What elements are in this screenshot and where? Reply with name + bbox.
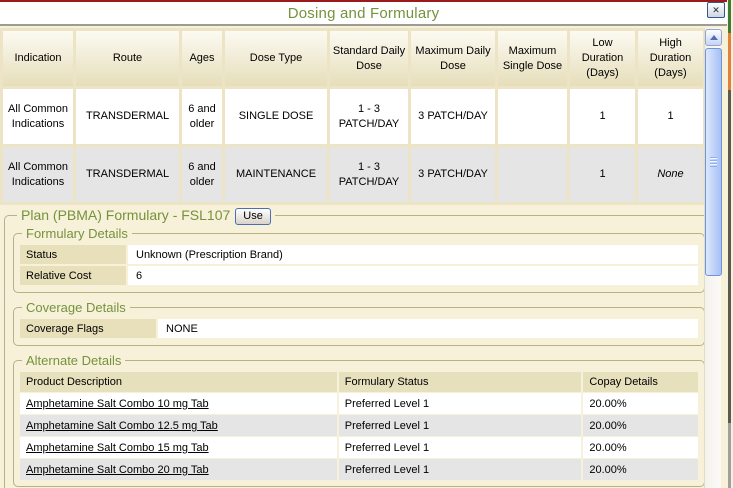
field-label: Relative Cost: [20, 266, 126, 285]
formulary-status-cell: Preferred Level 1: [339, 437, 582, 458]
copay-cell: 20.00%: [583, 459, 698, 480]
use-button[interactable]: Use: [235, 208, 271, 225]
alternate-details-legend: Alternate Details: [22, 353, 125, 368]
alt-column-header: Product Description: [20, 372, 337, 392]
dosing-cell: All Common Indications: [3, 89, 73, 144]
column-header: Low Duration (Days): [570, 31, 635, 86]
product-link[interactable]: Amphetamine Salt Combo 10 mg Tab: [26, 398, 209, 410]
scrollbar-grip-icon: [710, 157, 717, 167]
dosing-row: All Common IndicationsTRANSDERMAL6 and o…: [3, 89, 703, 144]
copay-cell: 20.00%: [583, 393, 698, 414]
dosing-cell: 3 PATCH/DAY: [411, 89, 495, 144]
dosing-cell: TRANSDERMAL: [76, 147, 179, 202]
alternate-header-row: Product DescriptionFormulary StatusCopay…: [20, 372, 698, 392]
window-edge-decor-orange: [728, 33, 731, 90]
product-link[interactable]: Amphetamine Salt Combo 20 mg Tab: [26, 464, 209, 476]
product-cell: Amphetamine Salt Combo 10 mg Tab: [20, 393, 337, 414]
close-icon: ✕: [712, 6, 720, 15]
alternate-row: Amphetamine Salt Combo 15 mg Tab Preferre…: [20, 437, 698, 458]
alternate-row: Amphetamine Salt Combo 20 mg Tab Preferre…: [20, 459, 698, 480]
dialog-title: Dosing and Formulary: [288, 5, 440, 22]
dosing-cell: 1: [570, 89, 635, 144]
product-cell: Amphetamine Salt Combo 12.5 mg Tab: [20, 415, 337, 436]
column-header: Dose Type: [225, 31, 327, 86]
scroll-up-button[interactable]: [705, 29, 722, 46]
dosing-cell: 6 and older: [182, 89, 222, 144]
copay-cell: 20.00%: [583, 437, 698, 458]
alternate-row: Amphetamine Salt Combo 10 mg Tab Preferre…: [20, 393, 698, 414]
scrollbar-thumb[interactable]: [705, 48, 722, 276]
column-header: High Duration (Days): [638, 31, 703, 86]
window-edge-decor-green: [728, 0, 731, 33]
field-label: Status: [20, 245, 126, 264]
alt-column-header: Formulary Status: [339, 372, 582, 392]
dosing-cell: SINGLE DOSE: [225, 89, 327, 144]
field-row: Coverage FlagsNONE: [20, 319, 698, 338]
window-edge-decor-gray: [728, 423, 731, 488]
dosing-table-section: IndicationRouteAgesDose TypeStandard Dai…: [0, 28, 706, 205]
dosing-cell: None: [638, 147, 703, 202]
plan-formulary-legend: Plan (PBMA) Formulary - FSL107 Use: [17, 207, 275, 225]
coverage-details-legend: Coverage Details: [22, 300, 130, 315]
formulary-status-cell: Preferred Level 1: [339, 459, 582, 480]
field-value: NONE: [158, 319, 698, 338]
dosing-cell: [498, 147, 567, 202]
dosing-cell: 1 - 3 PATCH/DAY: [330, 147, 408, 202]
product-cell: Amphetamine Salt Combo 15 mg Tab: [20, 437, 337, 458]
dosing-row: All Common IndicationsTRANSDERMAL6 and o…: [3, 147, 703, 202]
column-header: Indication: [3, 31, 73, 86]
coverage-details-section: Coverage Details Coverage FlagsNONE: [13, 300, 705, 346]
chevron-up-icon: [710, 35, 718, 40]
window-edge-decor-dark: [728, 90, 731, 423]
field-value: Unknown (Prescription Brand): [128, 245, 698, 264]
column-header: Maximum Daily Dose: [411, 31, 495, 86]
product-link[interactable]: Amphetamine Salt Combo 12.5 mg Tab: [26, 420, 218, 432]
product-link[interactable]: Amphetamine Salt Combo 15 mg Tab: [26, 442, 209, 454]
dosing-cell: [498, 89, 567, 144]
dosing-cell: MAINTENANCE: [225, 147, 327, 202]
field-row: Relative Cost6: [20, 266, 698, 285]
formulary-status-cell: Preferred Level 1: [339, 415, 582, 436]
dosing-formulary-dialog: Dosing and Formulary ✕ IndicationRouteAg…: [0, 0, 733, 488]
coverage-details-fields: Coverage FlagsNONE: [18, 319, 700, 338]
dosing-cell: 1 - 3 PATCH/DAY: [330, 89, 408, 144]
column-header: Standard Daily Dose: [330, 31, 408, 86]
alternate-row: Amphetamine Salt Combo 12.5 mg Tab Prefer…: [20, 415, 698, 436]
dosing-table: IndicationRouteAgesDose TypeStandard Dai…: [0, 28, 706, 205]
dosing-cell: 6 and older: [182, 147, 222, 202]
dosing-cell: 1: [638, 89, 703, 144]
plan-formulary-section: Plan (PBMA) Formulary - FSL107 Use Formul…: [4, 207, 714, 488]
formulary-status-cell: Preferred Level 1: [339, 393, 582, 414]
close-button[interactable]: ✕: [707, 2, 725, 18]
alternate-details-section: Alternate Details Product DescriptionFor…: [13, 353, 705, 487]
field-label: Coverage Flags: [20, 319, 156, 338]
dosing-cell: All Common Indications: [3, 147, 73, 202]
column-header: Ages: [182, 31, 222, 86]
formulary-details-fields: StatusUnknown (Prescription Brand)Relati…: [18, 245, 700, 285]
field-value: 6: [128, 266, 698, 285]
dialog-titlebar: Dosing and Formulary: [0, 2, 727, 26]
dosing-cell: 1: [570, 147, 635, 202]
plan-formulary-title: Plan (PBMA) Formulary - FSL107: [21, 207, 230, 223]
formulary-details-legend: Formulary Details: [22, 226, 132, 241]
alternate-details-table: Product DescriptionFormulary StatusCopay…: [18, 371, 700, 481]
copay-cell: 20.00%: [583, 415, 698, 436]
dosing-header-row: IndicationRouteAgesDose TypeStandard Dai…: [3, 31, 703, 86]
dosing-cell: 3 PATCH/DAY: [411, 147, 495, 202]
field-row: StatusUnknown (Prescription Brand): [20, 245, 698, 264]
alt-column-header: Copay Details: [583, 372, 698, 392]
column-header: Route: [76, 31, 179, 86]
product-cell: Amphetamine Salt Combo 20 mg Tab: [20, 459, 337, 480]
formulary-details-section: Formulary Details StatusUnknown (Prescri…: [13, 226, 705, 293]
column-header: Maximum Single Dose: [498, 31, 567, 86]
dosing-cell: TRANSDERMAL: [76, 89, 179, 144]
vertical-scrollbar[interactable]: [704, 28, 721, 488]
